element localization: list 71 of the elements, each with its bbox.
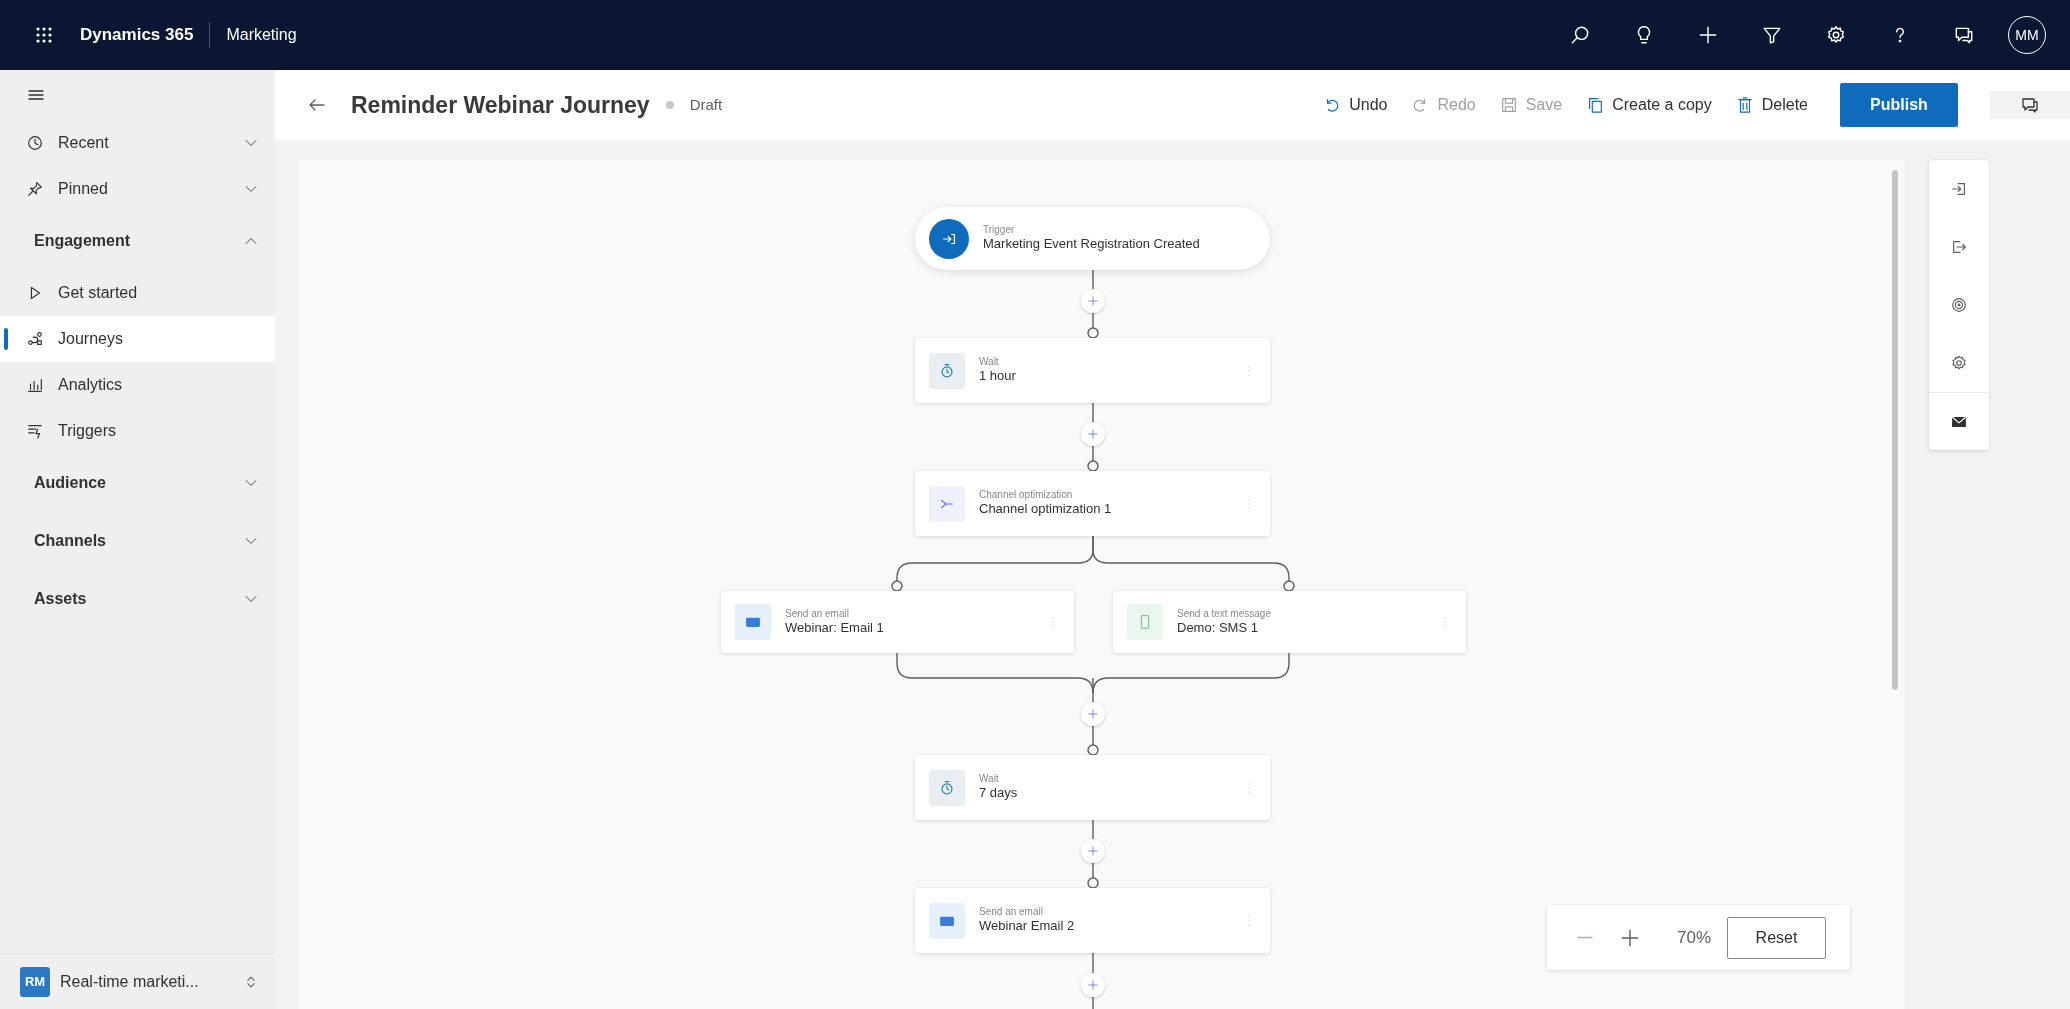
nav-item[interactable]: Assets: [0, 570, 275, 628]
zoom-level: 70%: [1677, 926, 1712, 949]
step-type: Send a text message: [1177, 607, 1271, 620]
step-title: Demo: SMS 1: [1177, 619, 1259, 637]
pin-icon: [26, 180, 44, 198]
triggers-icon: [26, 422, 44, 440]
minus-icon: [1575, 936, 1595, 939]
grid-icon: [34, 25, 54, 45]
status-label: Draft: [689, 94, 723, 115]
timer-icon: [938, 778, 956, 797]
plus-icon: [1087, 295, 1099, 307]
plus-icon: [1087, 708, 1099, 720]
exit-icon: [1950, 238, 1968, 256]
step-node[interactable]: Channel optimization Channel optimization 1: [915, 471, 1270, 536]
settings-icon: [1825, 24, 1847, 46]
plus-icon: [1087, 428, 1099, 440]
step-node[interactable]: Send a text message Demo: SMS 1: [1113, 591, 1466, 653]
step-node[interactable]: Wait 1 hour: [915, 338, 1270, 403]
step-title: 1 hour: [979, 368, 1016, 385]
copy-icon: [1586, 96, 1605, 114]
nav-item[interactable]: Get started: [0, 270, 275, 316]
step-type: Trigger: [983, 224, 1016, 237]
nav-item[interactable]: Pinned: [0, 166, 275, 212]
nav-item[interactable]: Journeys: [0, 316, 275, 362]
delete-button[interactable]: Delete: [1727, 89, 1816, 121]
status-dot: [665, 101, 674, 109]
step-type: Send an email: [979, 906, 1044, 919]
reset-button[interactable]: Reset: [1727, 916, 1826, 959]
area-badge: RM: [20, 966, 50, 997]
enter-icon: [1950, 180, 1968, 198]
publish-button[interactable]: Publish: [1840, 83, 1958, 127]
step-title: Channel optimization 1: [979, 501, 1112, 518]
scrollbar[interactable]: [1892, 170, 1898, 690]
step-title: Webinar: Email 1: [785, 619, 884, 637]
trigger-node[interactable]: Trigger Marketing Event Registration Created: [915, 207, 1270, 270]
nav-item[interactable]: Audience: [0, 454, 275, 512]
step-title: Marketing Event Registration Created: [983, 236, 1200, 253]
step-node[interactable]: Wait 7 days: [915, 755, 1270, 820]
area-switcher[interactable]: RM Real-time marketi...: [0, 953, 275, 1009]
trash-icon: [1735, 96, 1754, 114]
target-icon: [1950, 296, 1968, 314]
clock-icon: [26, 134, 44, 152]
step-node[interactable]: Send an email Webinar: Email 1: [721, 591, 1074, 653]
step-node[interactable]: Send an email Webinar Email 2: [915, 888, 1270, 953]
timer-icon: [938, 361, 956, 380]
nav-item[interactable]: Engagement: [0, 212, 275, 270]
module-name: Marketing: [226, 25, 297, 45]
plus-icon: [1697, 24, 1719, 46]
settings-icon: [1950, 354, 1968, 372]
step-type: Wait: [979, 356, 1000, 369]
journey-icon: [26, 330, 44, 348]
journey-title: Reminder Webinar Journey: [351, 90, 650, 120]
step-type: Channel optimization: [979, 489, 1074, 502]
app-name[interactable]: Dynamics 365: [80, 22, 194, 48]
search-icon: [1569, 24, 1591, 46]
plus-icon: [1087, 845, 1099, 857]
step-title: Webinar Email 2: [979, 918, 1075, 935]
step-type: Send an email: [785, 607, 850, 620]
nav-item[interactable]: Triggers: [0, 408, 275, 454]
plus-icon: [1087, 979, 1099, 991]
undo-button[interactable]: Undo: [1315, 89, 1396, 121]
chart-icon: [26, 376, 44, 394]
nav-item[interactable]: Analytics: [0, 362, 275, 408]
step-type: Wait: [979, 773, 1000, 786]
nav-item[interactable]: Recent: [0, 120, 275, 166]
copy-button[interactable]: Create a copy: [1578, 89, 1720, 121]
selection-indicator: [4, 328, 8, 350]
step-title: 7 days: [979, 785, 1018, 802]
save-icon: [1499, 96, 1518, 114]
nav-item[interactable]: Channels: [0, 512, 275, 570]
chat-icon: [2020, 95, 2040, 115]
